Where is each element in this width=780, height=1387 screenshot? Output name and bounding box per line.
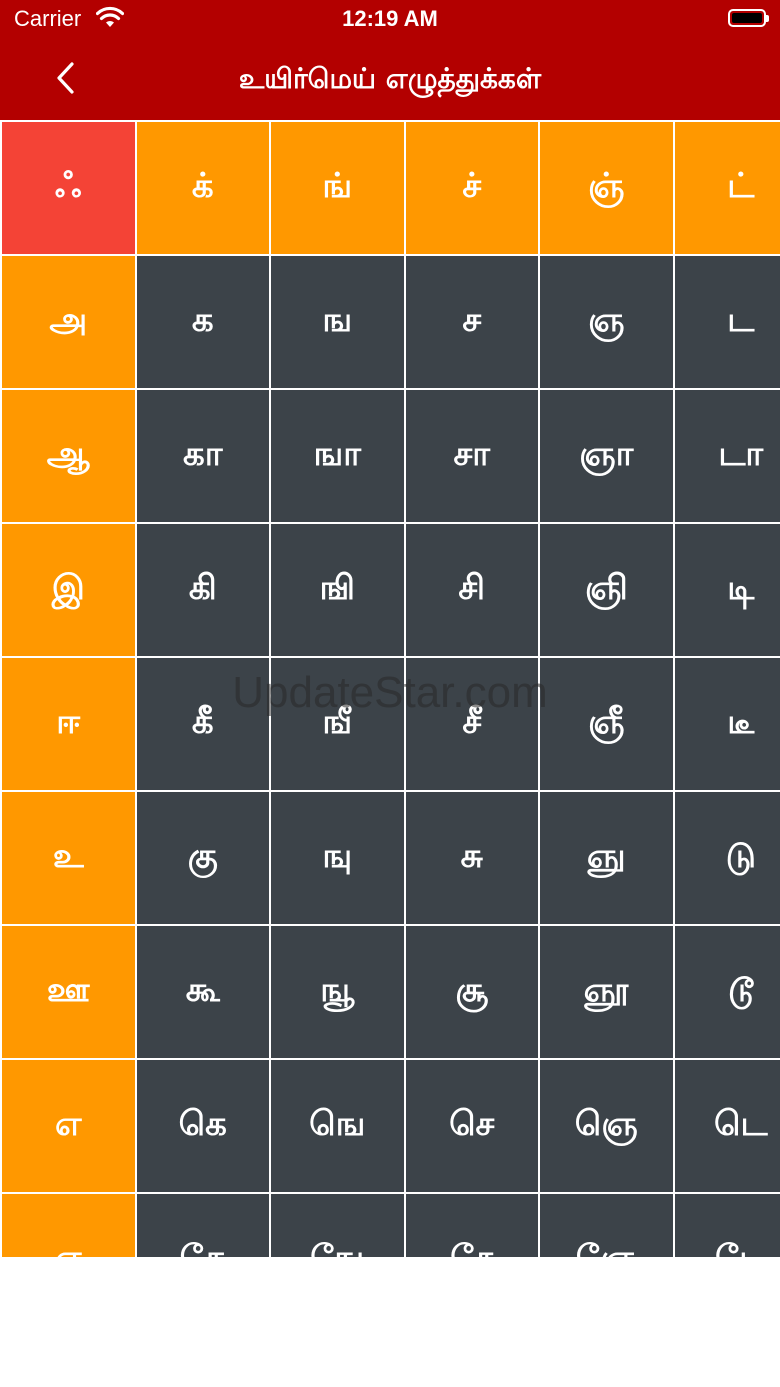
clock: 12:19 AM <box>342 6 438 31</box>
letter-cell[interactable]: டு <box>674 792 780 924</box>
vowel-header-cell[interactable]: ஆ <box>2 390 135 522</box>
letter-cell[interactable]: ஞே <box>540 1194 673 1257</box>
letter-cell[interactable]: டி <box>674 524 780 656</box>
letter-cell[interactable]: டெ <box>674 1060 780 1192</box>
letter-cell[interactable]: சி <box>405 524 538 656</box>
letter-cell[interactable]: ங <box>271 256 404 388</box>
consonant-header-cell[interactable]: ச் <box>405 122 538 254</box>
letter-grid: ஃ க் ங் ச் ஞ் ட் அ க ங ச ஞ ட ஆ கா ஙா சா … <box>0 120 780 1257</box>
page-title: உயிர்மெய் எழுத்துக்கள் <box>238 62 542 95</box>
letter-cell[interactable]: ஞு <box>540 792 673 924</box>
letter-cell[interactable]: சா <box>405 390 538 522</box>
consonant-header-cell[interactable]: க் <box>136 122 269 254</box>
letter-cell[interactable]: ஙூ <box>271 926 404 1058</box>
letter-cell[interactable]: க <box>136 256 269 388</box>
letter-cell[interactable]: ஙு <box>271 792 404 924</box>
vowel-header-cell[interactable]: ஈ <box>2 658 135 790</box>
vowel-header-cell[interactable]: எ <box>2 1060 135 1192</box>
consonant-header-cell[interactable]: ஞ் <box>540 122 673 254</box>
letter-cell[interactable]: ஙெ <box>271 1060 404 1192</box>
letter-cell[interactable]: கா <box>136 390 269 522</box>
letter-cell[interactable]: கே <box>136 1194 269 1257</box>
vowel-header-cell[interactable]: அ <box>2 256 135 388</box>
letter-cell[interactable]: செ <box>405 1060 538 1192</box>
letter-cell[interactable]: ச <box>405 256 538 388</box>
letter-cell[interactable]: கெ <box>136 1060 269 1192</box>
aytham-cell[interactable]: ஃ <box>2 122 135 254</box>
letter-cell[interactable]: சூ <box>405 926 538 1058</box>
vowel-header-cell[interactable]: இ <box>2 524 135 656</box>
letter-cell[interactable]: ஞ <box>540 256 673 388</box>
navigation-bar: Carrier 12:19 AM உயிர்மெய் எழுத்துக்கள் <box>0 0 780 120</box>
letter-cell[interactable]: கு <box>136 792 269 924</box>
letter-cell[interactable]: கூ <box>136 926 269 1058</box>
letter-cell[interactable]: டீ <box>674 658 780 790</box>
battery-icon <box>728 9 769 27</box>
letter-cell[interactable]: கீ <box>136 658 269 790</box>
consonant-header-cell[interactable]: ங் <box>271 122 404 254</box>
letter-cell[interactable]: டூ <box>674 926 780 1058</box>
letter-cell[interactable]: டா <box>674 390 780 522</box>
vowel-header-cell[interactable]: உ <box>2 792 135 924</box>
letter-cell[interactable]: டே <box>674 1194 780 1257</box>
letter-cell[interactable]: ஞா <box>540 390 673 522</box>
vowel-header-cell[interactable]: ஏ <box>2 1194 135 1257</box>
letter-cell[interactable]: சீ <box>405 658 538 790</box>
vowel-header-cell[interactable]: ஊ <box>2 926 135 1058</box>
letter-cell[interactable]: ஙீ <box>271 658 404 790</box>
letter-cell[interactable]: ஙி <box>271 524 404 656</box>
letter-cell[interactable]: ஞூ <box>540 926 673 1058</box>
letter-cell[interactable]: ஞீ <box>540 658 673 790</box>
letter-grid-scroll[interactable]: ஃ க் ங் ச் ஞ் ட் அ க ங ச ஞ ட ஆ கா ஙா சா … <box>0 120 780 1257</box>
letter-cell[interactable]: ஞெ <box>540 1060 673 1192</box>
letter-cell[interactable]: ட <box>674 256 780 388</box>
consonant-header-cell[interactable]: ட் <box>674 122 780 254</box>
letter-cell[interactable]: சே <box>405 1194 538 1257</box>
letter-cell[interactable]: ஙா <box>271 390 404 522</box>
letter-cell[interactable]: ஙே <box>271 1194 404 1257</box>
letter-cell[interactable]: ஞி <box>540 524 673 656</box>
status-bar: Carrier 12:19 AM <box>0 0 780 40</box>
letter-cell[interactable]: கி <box>136 524 269 656</box>
letter-cell[interactable]: சு <box>405 792 538 924</box>
